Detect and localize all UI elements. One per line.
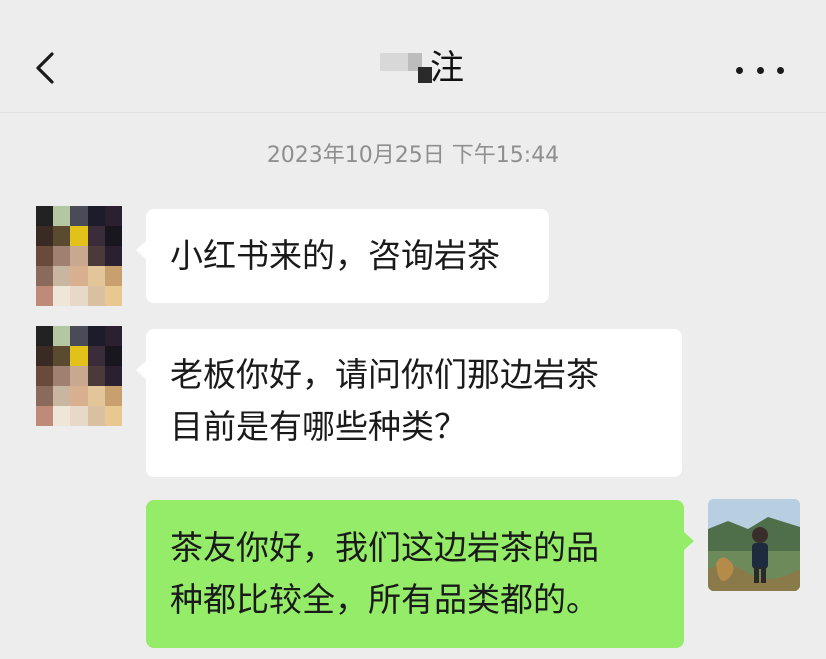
contact-avatar[interactable]: [36, 206, 122, 306]
message-text-line: 茶友你好，我们这边岩茶的品: [170, 528, 599, 567]
chat-title-text: 注: [430, 48, 464, 88]
contact-avatar[interactable]: [36, 326, 122, 426]
message-text-line: 老板你好，请问你们那边岩茶: [170, 355, 599, 394]
avatar-photo: [708, 499, 800, 591]
more-options-button[interactable]: [736, 56, 784, 84]
chat-title: 注: [380, 44, 464, 92]
my-avatar[interactable]: [708, 499, 800, 591]
back-button[interactable]: [26, 46, 66, 90]
message-bubble-outgoing[interactable]: 茶友你好，我们这边岩茶的品 种都比较全，所有品类都的。: [146, 500, 684, 648]
chat-header: 注: [0, 0, 826, 112]
header-divider: [0, 112, 826, 113]
message-timestamp: 2023年10月25日 下午15:44: [266, 143, 560, 168]
message-text: 小红书来的，咨询岩茶: [170, 236, 500, 275]
message-text-line: 目前是有哪些种类？: [170, 407, 467, 446]
message-text-line: 种都比较全，所有品类都的。: [170, 580, 599, 619]
more-dots-icon: [736, 66, 743, 74]
chevron-left-icon: [36, 52, 54, 84]
title-redaction: [380, 53, 432, 83]
message-bubble-incoming[interactable]: 老板你好，请问你们那边岩茶 目前是有哪些种类？: [146, 329, 682, 477]
message-bubble-incoming[interactable]: 小红书来的，咨询岩茶: [146, 209, 549, 303]
